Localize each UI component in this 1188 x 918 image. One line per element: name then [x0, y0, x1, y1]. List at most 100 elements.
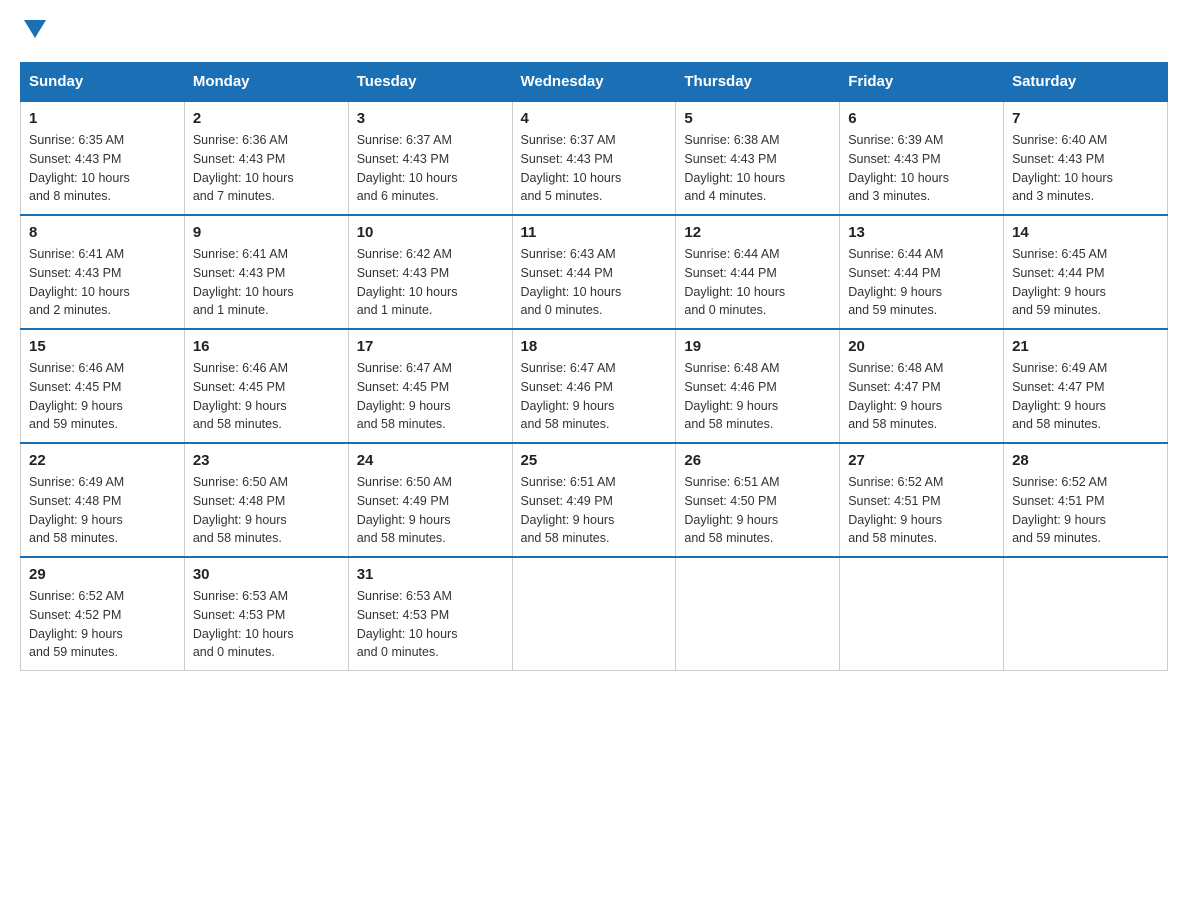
- day-info: Sunrise: 6:38 AMSunset: 4:43 PMDaylight:…: [684, 131, 831, 206]
- day-info: Sunrise: 6:37 AMSunset: 4:43 PMDaylight:…: [521, 131, 668, 206]
- calendar-day-cell: 9 Sunrise: 6:41 AMSunset: 4:43 PMDaylight…: [184, 215, 348, 329]
- day-number: 18: [521, 338, 668, 355]
- day-info: Sunrise: 6:36 AMSunset: 4:43 PMDaylight:…: [193, 131, 340, 206]
- calendar-header-row: SundayMondayTuesdayWednesdayThursdayFrid…: [21, 63, 1168, 102]
- day-number: 26: [684, 452, 831, 469]
- calendar-day-cell: 31 Sunrise: 6:53 AMSunset: 4:53 PMDayligh…: [348, 557, 512, 671]
- calendar-day-cell: 3 Sunrise: 6:37 AMSunset: 4:43 PMDaylight…: [348, 101, 512, 215]
- day-info: Sunrise: 6:50 AMSunset: 4:49 PMDaylight:…: [357, 473, 504, 548]
- calendar-day-cell: 6 Sunrise: 6:39 AMSunset: 4:43 PMDaylight…: [840, 101, 1004, 215]
- empty-cell: [512, 557, 676, 671]
- day-number: 27: [848, 452, 995, 469]
- day-info: Sunrise: 6:39 AMSunset: 4:43 PMDaylight:…: [848, 131, 995, 206]
- day-info: Sunrise: 6:53 AMSunset: 4:53 PMDaylight:…: [357, 587, 504, 662]
- calendar-day-cell: 25 Sunrise: 6:51 AMSunset: 4:49 PMDayligh…: [512, 443, 676, 557]
- day-number: 25: [521, 452, 668, 469]
- calendar-day-cell: 24Sunrise: 6:50 AMSunset: 4:49 PMDayligh…: [348, 443, 512, 557]
- day-info: Sunrise: 6:49 AMSunset: 4:48 PMDaylight:…: [29, 473, 176, 548]
- col-header-friday: Friday: [840, 63, 1004, 102]
- day-number: 13: [848, 224, 995, 241]
- col-header-tuesday: Tuesday: [348, 63, 512, 102]
- day-info: Sunrise: 6:48 AMSunset: 4:46 PMDaylight:…: [684, 359, 831, 434]
- day-info: Sunrise: 6:50 AMSunset: 4:48 PMDaylight:…: [193, 473, 340, 548]
- day-info: Sunrise: 6:47 AMSunset: 4:45 PMDaylight:…: [357, 359, 504, 434]
- calendar-day-cell: 8 Sunrise: 6:41 AMSunset: 4:43 PMDaylight…: [21, 215, 185, 329]
- day-number: 28: [1012, 452, 1159, 469]
- day-number: 4: [521, 110, 668, 127]
- calendar-day-cell: 17 Sunrise: 6:47 AMSunset: 4:45 PMDayligh…: [348, 329, 512, 443]
- calendar-day-cell: 19 Sunrise: 6:48 AMSunset: 4:46 PMDayligh…: [676, 329, 840, 443]
- calendar-day-cell: 5 Sunrise: 6:38 AMSunset: 4:43 PMDaylight…: [676, 101, 840, 215]
- empty-cell: [676, 557, 840, 671]
- day-number: 23: [193, 452, 340, 469]
- calendar-day-cell: 29 Sunrise: 6:52 AMSunset: 4:52 PMDayligh…: [21, 557, 185, 671]
- day-number: 10: [357, 224, 504, 241]
- day-number: 21: [1012, 338, 1159, 355]
- day-info: Sunrise: 6:45 AMSunset: 4:44 PMDaylight:…: [1012, 245, 1159, 320]
- day-number: 8: [29, 224, 176, 241]
- logo-arrow-icon: [24, 20, 46, 42]
- calendar-day-cell: 7 Sunrise: 6:40 AMSunset: 4:43 PMDaylight…: [1004, 101, 1168, 215]
- day-number: 5: [684, 110, 831, 127]
- day-info: Sunrise: 6:41 AMSunset: 4:43 PMDaylight:…: [29, 245, 176, 320]
- day-number: 17: [357, 338, 504, 355]
- col-header-sunday: Sunday: [21, 63, 185, 102]
- day-info: Sunrise: 6:51 AMSunset: 4:50 PMDaylight:…: [684, 473, 831, 548]
- empty-cell: [1004, 557, 1168, 671]
- calendar-day-cell: 22Sunrise: 6:49 AMSunset: 4:48 PMDayligh…: [21, 443, 185, 557]
- calendar-day-cell: 1 Sunrise: 6:35 AMSunset: 4:43 PMDaylight…: [21, 101, 185, 215]
- day-info: Sunrise: 6:44 AMSunset: 4:44 PMDaylight:…: [684, 245, 831, 320]
- empty-cell: [840, 557, 1004, 671]
- day-number: 16: [193, 338, 340, 355]
- day-info: Sunrise: 6:40 AMSunset: 4:43 PMDaylight:…: [1012, 131, 1159, 206]
- calendar-day-cell: 13Sunrise: 6:44 AMSunset: 4:44 PMDayligh…: [840, 215, 1004, 329]
- day-number: 30: [193, 566, 340, 583]
- day-info: Sunrise: 6:43 AMSunset: 4:44 PMDaylight:…: [521, 245, 668, 320]
- day-info: Sunrise: 6:52 AMSunset: 4:51 PMDaylight:…: [848, 473, 995, 548]
- day-info: Sunrise: 6:41 AMSunset: 4:43 PMDaylight:…: [193, 245, 340, 320]
- calendar-week-row: 1 Sunrise: 6:35 AMSunset: 4:43 PMDaylight…: [21, 101, 1168, 215]
- day-info: Sunrise: 6:46 AMSunset: 4:45 PMDaylight:…: [193, 359, 340, 434]
- col-header-thursday: Thursday: [676, 63, 840, 102]
- day-number: 1: [29, 110, 176, 127]
- calendar-week-row: 29 Sunrise: 6:52 AMSunset: 4:52 PMDayligh…: [21, 557, 1168, 671]
- calendar-week-row: 22Sunrise: 6:49 AMSunset: 4:48 PMDayligh…: [21, 443, 1168, 557]
- day-number: 31: [357, 566, 504, 583]
- day-number: 29: [29, 566, 176, 583]
- day-info: Sunrise: 6:48 AMSunset: 4:47 PMDaylight:…: [848, 359, 995, 434]
- day-info: Sunrise: 6:47 AMSunset: 4:46 PMDaylight:…: [521, 359, 668, 434]
- day-number: 6: [848, 110, 995, 127]
- day-info: Sunrise: 6:51 AMSunset: 4:49 PMDaylight:…: [521, 473, 668, 548]
- calendar-day-cell: 18 Sunrise: 6:47 AMSunset: 4:46 PMDayligh…: [512, 329, 676, 443]
- col-header-saturday: Saturday: [1004, 63, 1168, 102]
- day-info: Sunrise: 6:49 AMSunset: 4:47 PMDaylight:…: [1012, 359, 1159, 434]
- col-header-wednesday: Wednesday: [512, 63, 676, 102]
- day-number: 12: [684, 224, 831, 241]
- calendar-day-cell: 21 Sunrise: 6:49 AMSunset: 4:47 PMDayligh…: [1004, 329, 1168, 443]
- col-header-monday: Monday: [184, 63, 348, 102]
- calendar-week-row: 8 Sunrise: 6:41 AMSunset: 4:43 PMDaylight…: [21, 215, 1168, 329]
- day-info: Sunrise: 6:37 AMSunset: 4:43 PMDaylight:…: [357, 131, 504, 206]
- day-number: 11: [521, 224, 668, 241]
- calendar-day-cell: 30Sunrise: 6:53 AMSunset: 4:53 PMDayligh…: [184, 557, 348, 671]
- logo: [20, 20, 46, 42]
- day-number: 9: [193, 224, 340, 241]
- calendar-day-cell: 16 Sunrise: 6:46 AMSunset: 4:45 PMDayligh…: [184, 329, 348, 443]
- calendar-day-cell: 11 Sunrise: 6:43 AMSunset: 4:44 PMDayligh…: [512, 215, 676, 329]
- day-number: 7: [1012, 110, 1159, 127]
- calendar-day-cell: 26 Sunrise: 6:51 AMSunset: 4:50 PMDayligh…: [676, 443, 840, 557]
- page-header: [20, 20, 1168, 42]
- calendar-day-cell: 2 Sunrise: 6:36 AMSunset: 4:43 PMDaylight…: [184, 101, 348, 215]
- calendar-day-cell: 23 Sunrise: 6:50 AMSunset: 4:48 PMDayligh…: [184, 443, 348, 557]
- day-info: Sunrise: 6:35 AMSunset: 4:43 PMDaylight:…: [29, 131, 176, 206]
- calendar-day-cell: 27 Sunrise: 6:52 AMSunset: 4:51 PMDayligh…: [840, 443, 1004, 557]
- day-number: 14: [1012, 224, 1159, 241]
- calendar-day-cell: 4 Sunrise: 6:37 AMSunset: 4:43 PMDaylight…: [512, 101, 676, 215]
- day-info: Sunrise: 6:52 AMSunset: 4:52 PMDaylight:…: [29, 587, 176, 662]
- calendar-day-cell: 15Sunrise: 6:46 AMSunset: 4:45 PMDayligh…: [21, 329, 185, 443]
- day-info: Sunrise: 6:42 AMSunset: 4:43 PMDaylight:…: [357, 245, 504, 320]
- day-number: 3: [357, 110, 504, 127]
- day-number: 2: [193, 110, 340, 127]
- calendar-day-cell: 14 Sunrise: 6:45 AMSunset: 4:44 PMDayligh…: [1004, 215, 1168, 329]
- day-number: 19: [684, 338, 831, 355]
